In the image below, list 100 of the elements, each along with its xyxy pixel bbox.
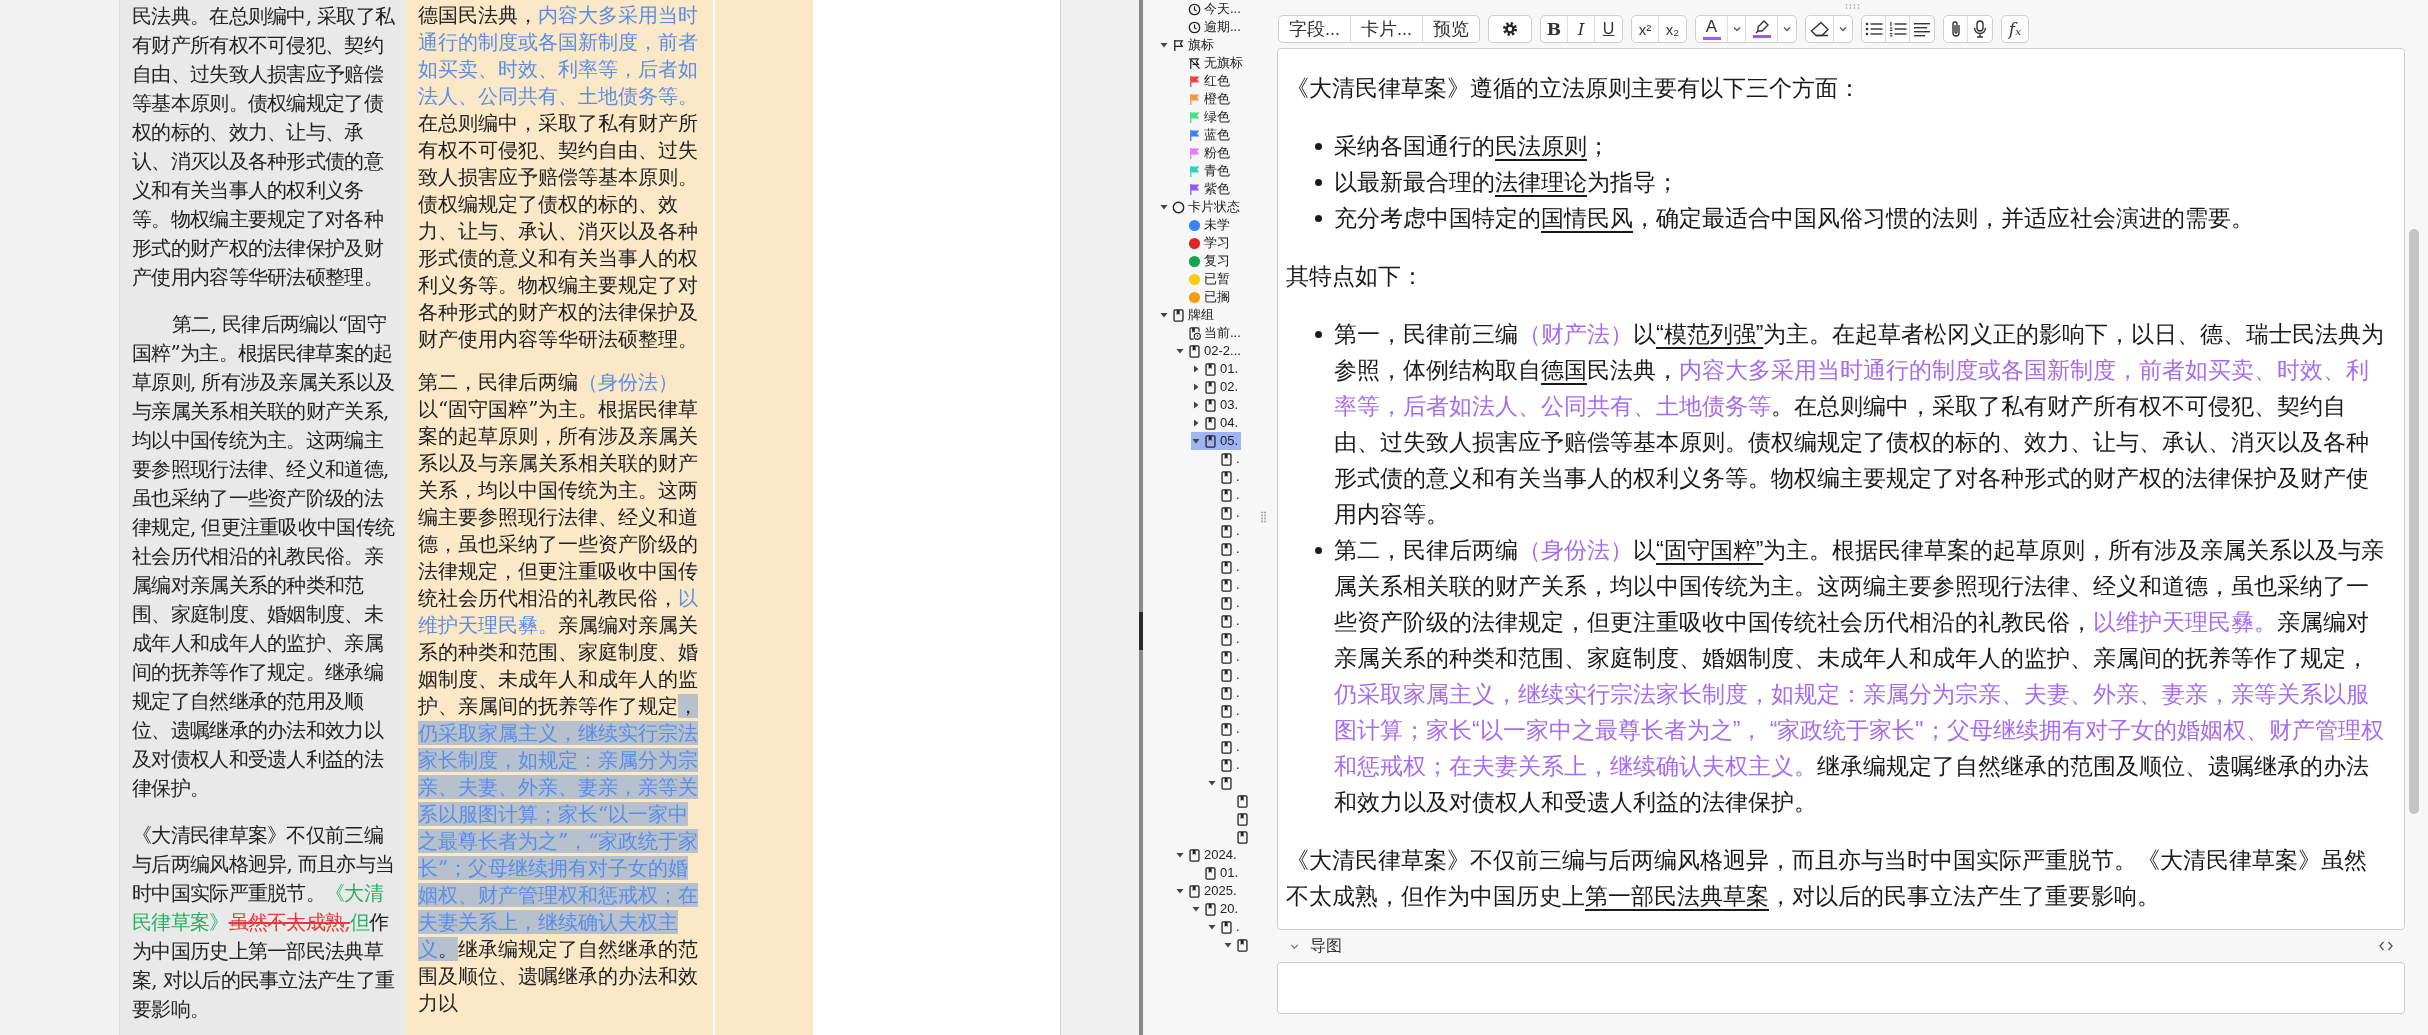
settings-button[interactable]	[1488, 15, 1533, 43]
tree-item[interactable]: 蓝色	[1175, 126, 1233, 144]
toolbar-button[interactable]: 预览	[1423, 16, 1480, 42]
tree-item[interactable]: .	[1207, 504, 1243, 522]
caret-down-icon[interactable]	[1207, 778, 1217, 788]
tree-item[interactable]: 2024.	[1175, 846, 1240, 864]
caret-down-icon[interactable]	[1175, 346, 1185, 356]
tree-item[interactable]: 紫色	[1175, 180, 1233, 198]
deck-icon	[1220, 758, 1233, 772]
tree-item[interactable]: .	[1207, 540, 1243, 558]
input-field[interactable]	[1277, 962, 2405, 1014]
tree-item[interactable]: 粉色	[1175, 144, 1233, 162]
deck-icon	[1220, 542, 1233, 556]
tree-item[interactable]: 02.	[1191, 378, 1242, 396]
deck-icon	[1204, 902, 1217, 916]
tree-item[interactable]: 02-2...	[1175, 342, 1244, 360]
chevron-down-icon	[1731, 24, 1742, 34]
tree-item[interactable]: 01.	[1191, 864, 1242, 882]
highlighter-icon	[1753, 20, 1770, 34]
paperclip-icon	[1949, 20, 1962, 38]
toolbar-button[interactable]: 卡片...	[1351, 16, 1424, 42]
tree-item[interactable]: .	[1207, 756, 1243, 774]
tree-item[interactable]: 青色	[1175, 162, 1233, 180]
code-icon[interactable]	[2379, 940, 2393, 952]
tree-item[interactable]: 红色	[1175, 72, 1233, 90]
flag-off-icon	[1188, 56, 1201, 70]
tree-item[interactable]: .	[1207, 612, 1243, 630]
flag-icon	[1172, 38, 1185, 52]
deck-icon	[1220, 578, 1233, 592]
tree-item[interactable]: .	[1207, 918, 1243, 936]
bullet-list-icon	[1864, 21, 1883, 37]
tree-item[interactable]: 卡片状态	[1159, 198, 1243, 216]
drag-handle-icon[interactable]	[1260, 511, 1266, 524]
tree-item[interactable]: 牌组	[1159, 306, 1217, 324]
deck-icon	[1204, 866, 1217, 880]
tree-item[interactable]: 03.	[1191, 396, 1242, 414]
tree-item[interactable]: .	[1207, 630, 1243, 648]
tree-item[interactable]: .	[1207, 468, 1243, 486]
deck-icon	[1220, 488, 1233, 502]
tree-item[interactable]: 今天...	[1175, 0, 1244, 18]
chevron-down-icon	[1782, 24, 1793, 34]
paragraph: 民法典。在总则编中, 采取了私有财产所有权不可侵犯、契约自由、过失致人损害应予赔偿等基本原则。债权编规定了债权的标的、效力、让与、承认、消灭以及各种形式债的意义和有关当事人的权利义务等。物权编主要规定了对各种形式的财产权的法律保护及财产使用内容等华研法硕整理。	[132, 3, 396, 291]
tree-item[interactable]: 复习	[1175, 252, 1233, 270]
tree-item[interactable]: .	[1207, 576, 1243, 594]
tree-item[interactable]: .	[1207, 666, 1243, 684]
text-align-icon	[1913, 21, 1932, 37]
subscript-button[interactable]: x₂	[1659, 16, 1687, 42]
tree-item[interactable]: 04.	[1191, 414, 1242, 432]
tree-item[interactable]: 学习	[1175, 234, 1233, 252]
splitter-handle[interactable]	[1139, 612, 1143, 650]
bullet-icon	[1315, 178, 1322, 186]
deck-icon	[1220, 668, 1233, 682]
caret-down-icon[interactable]	[1159, 40, 1169, 50]
tree-item[interactable]: 已搁	[1175, 288, 1233, 306]
tree-item[interactable]: 绿色	[1175, 108, 1233, 126]
tree-item[interactable]: 未学	[1175, 216, 1233, 234]
tree-item[interactable]: .	[1207, 720, 1243, 738]
deck-icon	[1220, 920, 1233, 934]
paragraph: 《大清民律草案》不仅前三编与后两编风格迥异, 而且亦与当时中国实际严重脱节。《大清民律草案》虽然不太成熟,但作为中国历史上第一部民法典草案, 对以后的民事立法产生了重要影响。	[132, 822, 396, 1023]
superscript-button[interactable]: x²	[1632, 16, 1660, 42]
tree-item[interactable]: .	[1207, 738, 1243, 756]
tree-item[interactable]: .	[1207, 522, 1243, 540]
tree-item[interactable]: 橙色	[1175, 90, 1233, 108]
tree-item[interactable]: 05.	[1191, 432, 1242, 450]
list-item-text: 充分考虑中国特定的国情民风，确定最适合中国风俗习惯的法则，并适应社会演进的需要。	[1334, 204, 2255, 233]
caret-down-icon[interactable]	[1159, 310, 1169, 320]
tree-item[interactable]: 无旗标	[1175, 54, 1246, 72]
drag-handle-icon[interactable]	[1845, 3, 1861, 9]
tree-item[interactable]: .	[1207, 486, 1243, 504]
settings-icon	[1502, 21, 1519, 37]
deck-icon	[1236, 830, 1249, 844]
tree-item[interactable]: .	[1207, 702, 1243, 720]
tree-item[interactable]: .	[1207, 648, 1243, 666]
tree-item[interactable]: 当前...	[1175, 324, 1244, 342]
deck-icon	[1236, 794, 1249, 808]
tree-item[interactable]: .	[1207, 450, 1243, 468]
tree-item[interactable]: 已暂	[1175, 270, 1233, 288]
paragraph: 其特点如下：	[1286, 262, 1425, 291]
tree-item[interactable]: 逾期...	[1175, 18, 1244, 36]
formula-button[interactable]: fₓ	[2001, 15, 2030, 43]
caret-down-icon[interactable]	[1191, 436, 1201, 446]
text-color-button[interactable]: A	[1696, 16, 1729, 42]
bold-button[interactable]: B	[1541, 16, 1569, 42]
tree-item[interactable]: 旗标	[1159, 36, 1217, 54]
tree-item[interactable]: 01.	[1191, 360, 1242, 378]
deck-clock-icon	[1188, 326, 1201, 340]
caret-down-icon[interactable]	[1159, 202, 1169, 212]
caret-down-icon[interactable]	[1175, 850, 1185, 860]
paragraph: 第二, 民律后两编以“固守国粹”为主。根据民律草案的起草原则, 所有涉及亲属关系以及与亲属关系相关联的财产关系, 均以中国传统为主。这两编主要参照现行法律、经义和道德, 虽也采纳了一些资产阶级的法律规定, 但更注重吸收中国传统社会历代相沿的礼教民俗。亲属编对亲属关系的种类和范围、家庭制度、婚姻制度、未成年人和成年人的监护、亲属间的抚养等作了规定。继承编规定了自然继承的范用及顺位、遗嘱继承的办法和效力以及对债权人和受遗人利益的法律保护。	[132, 311, 396, 802]
tree-item[interactable]: .	[1207, 684, 1243, 702]
tree-item[interactable]: .	[1207, 558, 1243, 576]
toolbar-button[interactable]: 字段...	[1279, 16, 1351, 42]
tree-item[interactable]: .	[1207, 594, 1243, 612]
italic-button[interactable]: I	[1568, 16, 1596, 42]
list-item-text: 采纳各国通行的民法原则；	[1334, 132, 1611, 161]
tree-item[interactable]: 2025.	[1175, 882, 1240, 900]
scrollbar-thumb[interactable]	[2409, 229, 2419, 814]
editor-field[interactable]	[1277, 48, 2405, 930]
tree-item[interactable]: 20.	[1191, 900, 1242, 918]
underline-button[interactable]: U	[1595, 16, 1623, 42]
